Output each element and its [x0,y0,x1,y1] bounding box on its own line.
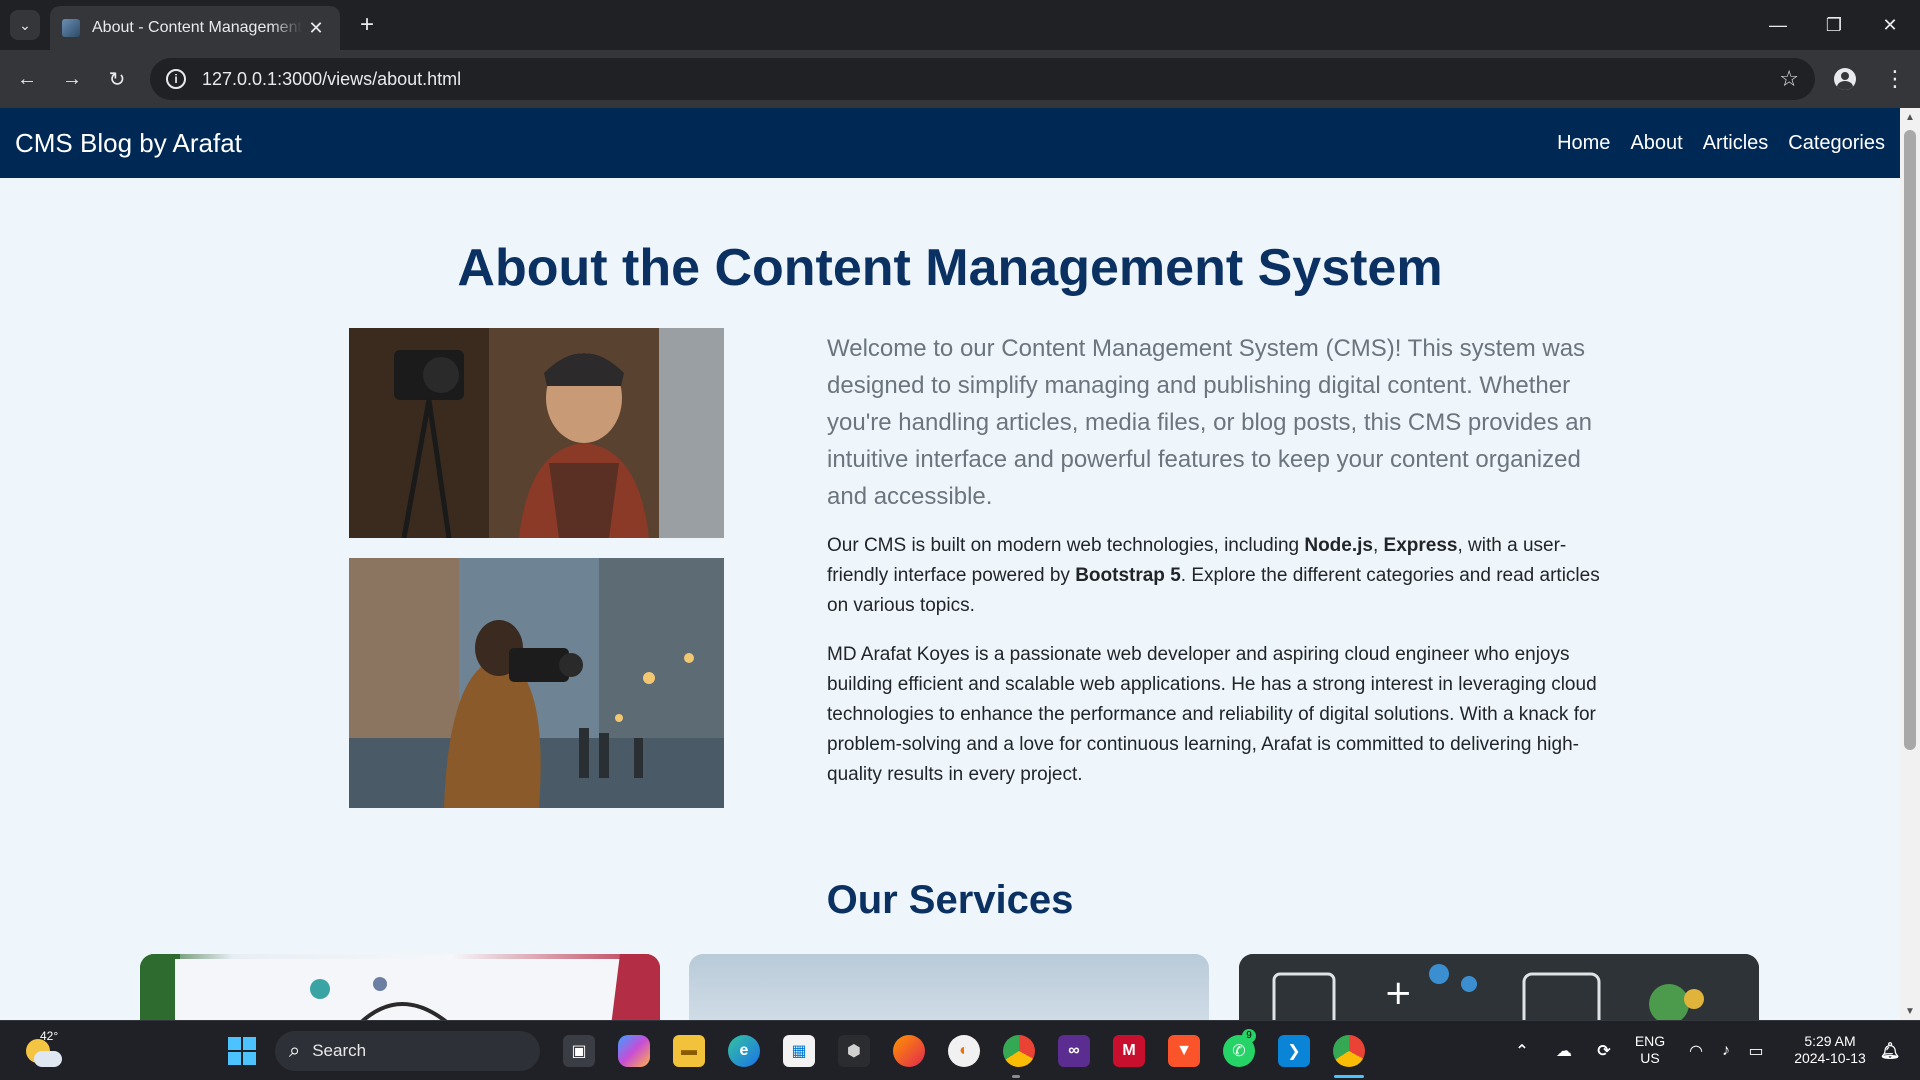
taskbar-search-label: Search [312,1041,367,1060]
tray-chevron-up-icon[interactable]: ⌃ [1506,1035,1538,1067]
restore-icon[interactable]: ❐ [1806,0,1862,50]
service-card-stock[interactable] [689,954,1209,1020]
chrome-running-indicator [1012,1075,1020,1078]
profile-icon[interactable] [1830,64,1860,94]
services-title: Our Services [826,878,1074,922]
chrome-active-icon[interactable] [1333,1035,1365,1067]
windows-start-icon[interactable] [226,1035,258,1067]
bookmark-star-icon[interactable]: ☆ [1779,66,1799,92]
about-photo-videographer-indoor [349,328,724,538]
scroll-thumb[interactable] [1904,130,1916,750]
forward-arrow-icon[interactable]: → [55,62,89,96]
battery-icon[interactable]: ▭ [1740,1035,1772,1067]
back-arrow-icon[interactable]: ← [10,62,44,96]
nav-link-home[interactable]: Home [1557,132,1610,155]
close-window-icon[interactable]: ✕ [1862,0,1918,50]
page-viewport: CMS Blog by Arafat Home About Articles C… [0,108,1920,1020]
tech-stack-paragraph: Our CMS is built on modern web technolog… [827,535,1600,616]
tech-bootstrap: Bootstrap 5 [1075,565,1181,586]
clock[interactable]: 5:29 AM 2024-10-13 [1780,1033,1880,1067]
service-card-design[interactable] [140,954,660,1020]
windows-taskbar: 42° ⌕ Search ▣ ▬ e ▦ ⬢ ◐ ∞ M ▼ ✆ 9 ❯ ⌃ ☁… [0,1020,1920,1080]
about-lead-paragraph: Welcome to our Content Management System… [827,335,1592,510]
copilot-icon[interactable] [618,1035,650,1067]
tab-favicon-icon [62,19,80,37]
browser-tab-bar: ⌄ About - Content Management System ✕ + … [0,0,1920,50]
site-navbar: CMS Blog by Arafat Home About Articles C… [0,108,1900,178]
tech-nodejs: Node.js [1304,535,1373,556]
site-brand[interactable]: CMS Blog by Arafat [15,128,242,159]
vscode-icon[interactable]: ❯ [1278,1035,1310,1067]
task-view-icon[interactable]: ▣ [563,1035,595,1067]
volume-icon[interactable]: ♪ [1710,1035,1742,1067]
brave-icon[interactable]: ▼ [1168,1035,1200,1067]
whatsapp-badge: 9 [1242,1029,1256,1043]
sync-icon[interactable]: ⟳ [1588,1035,1620,1067]
minimize-icon[interactable]: — [1750,0,1806,50]
url-text[interactable]: 127.0.0.1:3000/views/about.html [202,69,461,90]
nav-links: Home About Articles Categories [1557,132,1885,155]
reload-icon[interactable]: ↻ [100,62,134,96]
page-scrollbar[interactable]: ▲ ▼ [1900,108,1920,1020]
wifi-icon[interactable]: ◠ [1680,1035,1712,1067]
scroll-down-arrow-icon[interactable]: ▼ [1900,1002,1920,1020]
file-explorer-icon[interactable]: ▬ [673,1035,705,1067]
address-bar[interactable]: i 127.0.0.1:3000/views/about.html ☆ [150,58,1815,100]
weather-temperature: 42° [40,1029,59,1043]
site-info-icon[interactable]: i [166,69,186,89]
visual-studio-icon[interactable]: ∞ [1058,1035,1090,1067]
new-tab-plus-icon[interactable]: + [352,10,382,40]
search-icon: ⌕ [289,1039,301,1062]
edge-icon[interactable]: e [728,1035,760,1067]
nav-link-articles[interactable]: Articles [1703,132,1769,155]
browser-toolbar: ← → ↻ i 127.0.0.1:3000/views/about.html … [0,50,1920,108]
author-bio-paragraph: MD Arafat Koyes is a passionate web deve… [827,644,1597,785]
tech-express: Express [1383,535,1458,556]
tab-title: About - Content Management System [92,19,302,36]
input-language[interactable]: ENG US [1628,1033,1672,1067]
scroll-up-arrow-icon[interactable]: ▲ [1900,108,1920,126]
mcafee-icon[interactable]: M [1113,1035,1145,1067]
kebab-menu-icon[interactable]: ⋮ [1880,64,1910,94]
tab-search-chevron-icon[interactable]: ⌄ [10,10,40,40]
about-photo-videographer-street [349,558,724,808]
browser-tab-active[interactable]: About - Content Management System ✕ [50,6,340,50]
app-hexagon-icon[interactable]: ⬢ [838,1035,870,1067]
chrome-icon[interactable] [1003,1035,1035,1067]
browser-shield-icon[interactable]: ◐ [948,1035,980,1067]
tab-close-icon[interactable]: ✕ [304,18,328,39]
about-text-column: Welcome to our Content Management System… [827,330,1617,809]
notification-bell-icon[interactable]: 🔔︎ [1874,1035,1906,1067]
nav-link-categories[interactable]: Categories [1788,132,1885,155]
taskbar-search-box[interactable]: ⌕ Search [275,1031,540,1071]
chrome-active-indicator [1334,1075,1364,1078]
onedrive-cloud-icon[interactable]: ☁ [1548,1035,1580,1067]
page-title: About the Content Management System [457,239,1443,297]
svg-text:+: + [1384,973,1413,1013]
nav-link-about[interactable]: About [1630,132,1682,155]
microsoft-store-icon[interactable]: ▦ [783,1035,815,1067]
firefox-icon[interactable] [893,1035,925,1067]
service-card-marketing[interactable]: + [1239,954,1759,1020]
